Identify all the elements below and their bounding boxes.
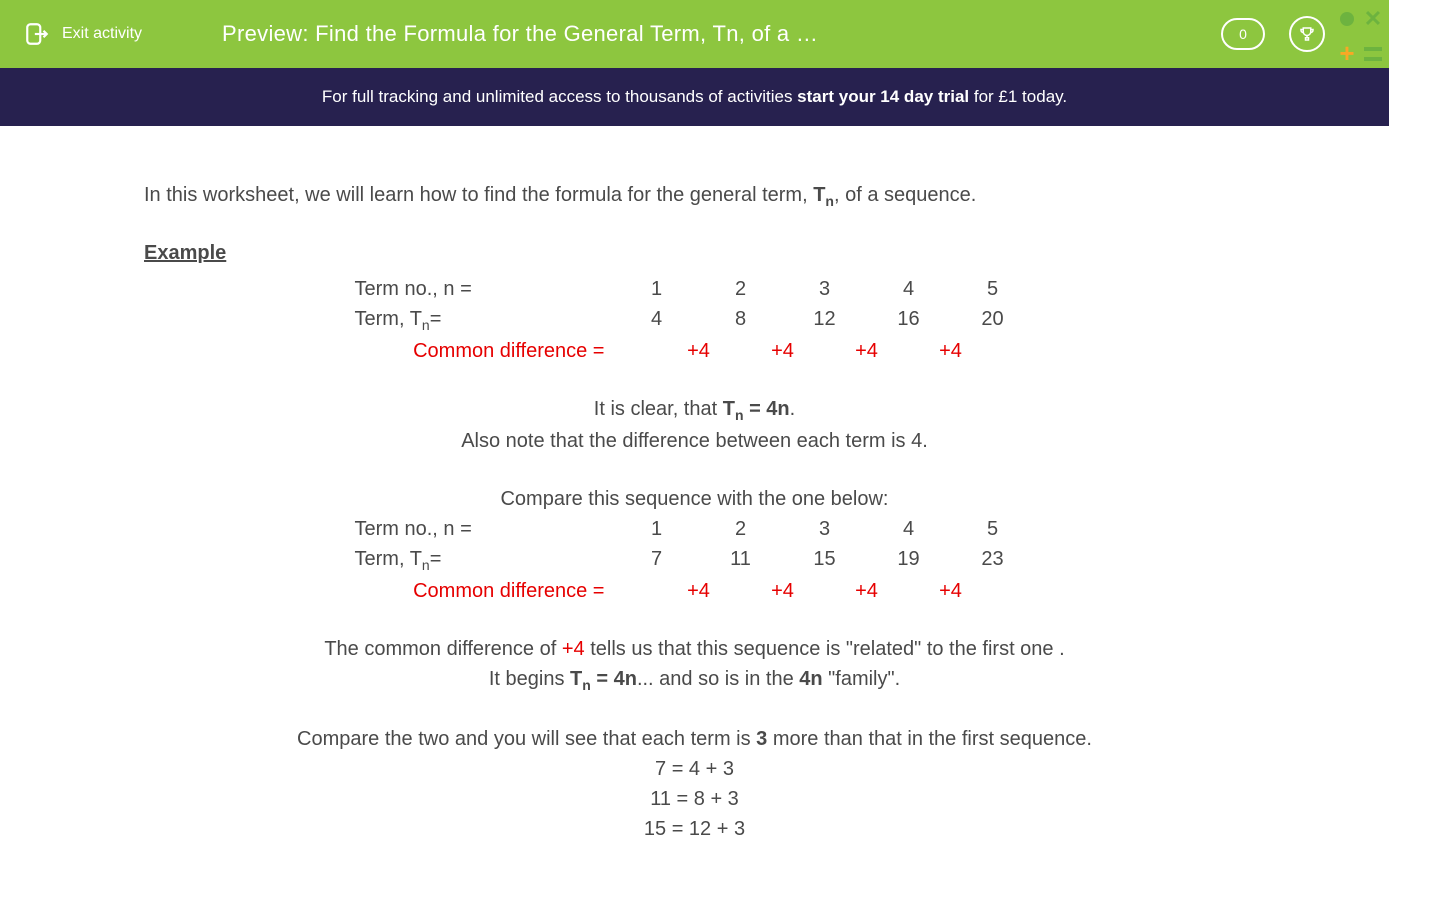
d2-1: +4 (657, 576, 741, 606)
tlx: = (430, 308, 442, 330)
n2-1: 1 (615, 514, 699, 544)
t1-2: 8 (699, 304, 783, 336)
sequence-table-1: Term no., n = 1 2 3 4 5 Term, Tn= 4 8 12… (355, 274, 1035, 336)
bb2: = 4n (591, 668, 637, 690)
row2-label-n: Term no., n = (355, 514, 615, 544)
example-heading: Example (144, 238, 1245, 268)
t1-4: 16 (867, 304, 951, 336)
tls: n (422, 317, 430, 333)
page-title: Preview: Find the Formula for the Genera… (222, 21, 822, 47)
eq-2: 11 = 8 + 3 (144, 784, 1245, 814)
t1-5: 20 (951, 304, 1035, 336)
intro-text: In this worksheet, we will learn how to … (144, 180, 1245, 212)
intro-tn-sub: n (825, 193, 834, 209)
clb: T (723, 398, 735, 420)
promo-text: For full tracking and unlimited access t… (322, 87, 1067, 107)
t2-4: 19 (867, 544, 951, 576)
brand-corner-icons: ✕ + (1331, 0, 1389, 68)
n2-5: 5 (951, 514, 1035, 544)
n2-3: 3 (783, 514, 867, 544)
bb: T (570, 668, 582, 690)
n-4: 4 (867, 274, 951, 304)
top-bar: Exit activity Preview: Find the Formula … (0, 0, 1389, 68)
d2-4: +4 (909, 576, 993, 606)
equals-icon (1363, 38, 1383, 69)
n-5: 5 (951, 274, 1035, 304)
badge-group: 0 (1221, 16, 1325, 52)
t1-3: 12 (783, 304, 867, 336)
bp: It begins (489, 668, 570, 690)
d2-3: +4 (825, 576, 909, 606)
dot-icon (1337, 6, 1357, 32)
exit-activity-link[interactable]: Exit activity (24, 21, 142, 47)
bsfx: "family". (823, 668, 901, 690)
d1-1: +4 (657, 336, 741, 366)
n2-2: 2 (699, 514, 783, 544)
multiply-icon: ✕ (1363, 6, 1383, 32)
bb3: 4n (799, 668, 822, 690)
row2-label-tn: Term, Tn= (355, 544, 615, 576)
d1-2: +4 (741, 336, 825, 366)
d2-2: +4 (741, 576, 825, 606)
promo-suffix: for £1 today. (969, 87, 1067, 106)
intro-prefix: In this worksheet, we will learn how to … (144, 184, 813, 206)
bs: n (582, 677, 591, 693)
row-label-diff-1: Common difference = (355, 336, 615, 366)
tlp2: Term, T (355, 548, 422, 570)
t2-5: 23 (951, 544, 1035, 576)
family-line: The common difference of +4 tells us tha… (144, 634, 1245, 664)
clear-line: It is clear, that Tn = 4n. (144, 394, 1245, 426)
row-label-tn: Term, Tn= (355, 304, 615, 336)
d1-4: +4 (909, 336, 993, 366)
clsfx: . (790, 398, 796, 420)
promo-prefix: For full tracking and unlimited access t… (322, 87, 797, 106)
intro-suffix: , of a sequence. (834, 184, 976, 206)
diff-row-2: Common difference = +4 +4 +4 +4 (355, 576, 1035, 606)
t1-1: 4 (615, 304, 699, 336)
score-value: 0 (1239, 26, 1247, 42)
begins-line: It begins Tn = 4n... and so is in the 4n… (144, 664, 1245, 696)
exit-icon (24, 21, 50, 47)
bm: ... and so is in the (637, 668, 799, 690)
compare-intro: Compare this sequence with the one below… (144, 484, 1245, 514)
eq-3: 15 = 12 + 3 (144, 814, 1245, 844)
note-diff: Also note that the difference between ea… (144, 426, 1245, 456)
n-2: 2 (699, 274, 783, 304)
clp: It is clear, that (594, 398, 723, 420)
sequence-table-2: Term no., n = 1 2 3 4 5 Term, Tn= 7 11 1… (355, 514, 1035, 576)
tlx2: = (430, 548, 442, 570)
d1-3: +4 (825, 336, 909, 366)
c2p: Compare the two and you will see that ea… (297, 728, 756, 750)
t2-1: 7 (615, 544, 699, 576)
trophy-badge[interactable] (1289, 16, 1325, 52)
fm: tells us that this sequence is "related"… (585, 638, 1065, 660)
n2-4: 4 (867, 514, 951, 544)
tlp: Term, T (355, 308, 422, 330)
row-label-n: Term no., n = (355, 274, 615, 304)
tls2: n (422, 557, 430, 573)
c2b: 3 (756, 728, 767, 750)
diff-row-1: Common difference = +4 +4 +4 +4 (355, 336, 1035, 366)
n-3: 3 (783, 274, 867, 304)
promo-bold: start your 14 day trial (797, 87, 969, 106)
promo-banner[interactable]: For full tracking and unlimited access t… (0, 68, 1389, 126)
n-1: 1 (615, 274, 699, 304)
exit-label: Exit activity (62, 25, 142, 43)
clb2: = 4n (744, 398, 790, 420)
fp: The common difference of (324, 638, 562, 660)
intro-tn: T (813, 184, 825, 206)
fr: +4 (562, 638, 585, 660)
t2-2: 11 (699, 544, 783, 576)
t2-3: 15 (783, 544, 867, 576)
compare2-line: Compare the two and you will see that ea… (144, 724, 1245, 754)
row-label-diff-2: Common difference = (355, 576, 615, 606)
c2s: more than that in the first sequence. (767, 728, 1092, 750)
cls: n (735, 407, 744, 423)
score-badge[interactable]: 0 (1221, 18, 1265, 50)
eq-1: 7 = 4 + 3 (144, 754, 1245, 784)
worksheet-content: In this worksheet, we will learn how to … (0, 126, 1389, 844)
plus-icon: + (1337, 38, 1357, 69)
